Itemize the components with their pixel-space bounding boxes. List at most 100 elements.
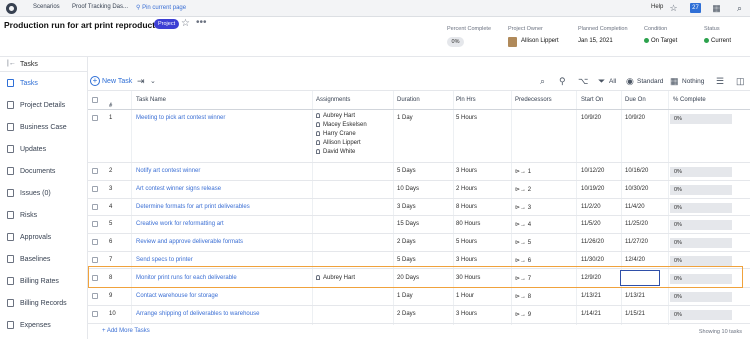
notification-badge[interactable]: 27: [690, 3, 701, 13]
start-on-cell[interactable]: 1/13/21: [581, 293, 601, 299]
planned-hours-cell[interactable]: 8 Hours: [456, 204, 477, 210]
column-header-assignments[interactable]: Assignments: [316, 97, 350, 103]
sidebar-item-business-case[interactable]: Business Case: [0, 119, 88, 137]
row-checkbox[interactable]: [92, 186, 98, 192]
row-checkbox[interactable]: [92, 221, 98, 227]
column-header-due-on[interactable]: Due On: [625, 97, 646, 103]
table-row[interactable]: 1 Meeting to pick art contest winner Aubre…: [88, 110, 750, 163]
predecessor-cell[interactable]: ⊳→ 9: [515, 311, 531, 318]
pin-current-page-link[interactable]: ⚲ Pin current page: [136, 4, 186, 11]
start-on-cell[interactable]: 11/26/20: [581, 239, 604, 245]
sidebar-item-tasks[interactable]: Tasks: [0, 75, 88, 93]
start-on-cell[interactable]: 11/30/20: [581, 257, 604, 263]
task-name-link[interactable]: Creative work for reformatting art: [136, 221, 224, 227]
percent-complete-cell[interactable]: 0%: [670, 114, 732, 124]
column-header-task-name[interactable]: Task Name: [136, 97, 166, 103]
apps-grid-icon[interactable]: ▦: [711, 3, 722, 14]
column-header-planned-hours[interactable]: Pln Hrs: [456, 97, 476, 103]
sidebar-item-issues[interactable]: Issues (0): [0, 185, 88, 203]
predecessor-cell[interactable]: ⊳→ 5: [515, 239, 531, 246]
due-on-cell[interactable]: 11/27/20: [625, 239, 648, 245]
table-row[interactable]: 9 Contact warehouse for storage 1 Day 1 Hou…: [88, 288, 750, 306]
duration-cell[interactable]: 10 Days: [397, 186, 419, 192]
due-on-edit-cell[interactable]: [620, 270, 660, 286]
assignments-list[interactable]: Aubrey Hart Macey Eskelsen Harry Crane Alli…: [316, 112, 367, 157]
favorite-star-icon[interactable]: ☆: [181, 18, 190, 29]
filter-icon[interactable]: ⏷: [598, 76, 605, 87]
duration-cell[interactable]: 2 Days: [397, 239, 416, 245]
predecessor-cell[interactable]: ⊳→ 6: [515, 257, 531, 264]
task-name-link[interactable]: Notify art contest winner: [136, 168, 200, 174]
percent-complete-cell[interactable]: 0%: [670, 203, 732, 213]
duration-cell[interactable]: 5 Days: [397, 168, 416, 174]
due-on-cell[interactable]: 12/4/20: [625, 257, 645, 263]
planned-hours-cell[interactable]: 3 Hours: [456, 168, 477, 174]
predecessor-cell[interactable]: ⊳→ 3: [515, 204, 531, 211]
percent-complete-cell[interactable]: 0%: [670, 167, 732, 177]
start-on-cell[interactable]: 1/14/21: [581, 311, 601, 317]
percent-complete-cell[interactable]: 0%: [670, 256, 732, 266]
start-on-cell[interactable]: 11/5/20: [581, 221, 601, 227]
grouping-icon[interactable]: ▦: [670, 76, 679, 87]
planned-hours-cell[interactable]: 1 Hour: [456, 293, 474, 299]
start-on-cell[interactable]: 10/19/20: [581, 186, 604, 192]
column-header-predecessors[interactable]: Predecessors: [515, 97, 552, 103]
sidebar-collapse-row[interactable]: |← Tasks: [0, 57, 88, 72]
column-header-duration[interactable]: Duration: [397, 97, 420, 103]
planned-hours-cell[interactable]: 5 Hours: [456, 239, 477, 245]
percent-complete-cell[interactable]: 0%: [670, 238, 732, 248]
row-checkbox[interactable]: [92, 204, 98, 210]
column-header-percent-complete[interactable]: % Complete: [673, 97, 706, 103]
planned-hours-cell[interactable]: 80 Hours: [456, 221, 480, 227]
predecessor-cell[interactable]: ⊳→ 1: [515, 168, 531, 175]
sidebar-item-baselines[interactable]: Baselines: [0, 251, 88, 269]
due-on-cell[interactable]: 1/15/21: [625, 311, 645, 317]
table-row[interactable]: 10 Arrange shipping of deliverables to wa…: [88, 306, 750, 324]
sidebar-item-billing-records[interactable]: Billing Records: [0, 295, 88, 313]
filter-label[interactable]: All: [609, 78, 616, 85]
tab-scenarios[interactable]: Scenarios: [33, 4, 60, 10]
planned-hours-cell[interactable]: 3 Hours: [456, 257, 477, 263]
predecessor-cell[interactable]: ⊳→ 2: [515, 186, 531, 193]
table-row[interactable]: 6 Review and approve deliverable formats 2…: [88, 234, 750, 252]
hierarchy-icon[interactable]: ⌥: [578, 76, 588, 87]
sidebar-item-project-details[interactable]: Project Details: [0, 97, 88, 115]
sidebar-item-documents[interactable]: Documents: [0, 163, 88, 181]
sidebar-item-risks[interactable]: Risks: [0, 207, 88, 225]
grouping-label[interactable]: Nothing: [682, 78, 704, 85]
table-row[interactable]: 5 Creative work for reformatting art 15 Da…: [88, 216, 750, 234]
status-value[interactable]: Current: [704, 38, 731, 44]
column-header-start-on[interactable]: Start On: [581, 97, 603, 103]
duration-cell[interactable]: 1 Day: [397, 293, 413, 299]
percent-complete-cell[interactable]: 0%: [670, 310, 732, 320]
chevron-down-icon[interactable]: ⌄: [150, 77, 156, 85]
task-name-link[interactable]: Art contest winner signs release: [136, 186, 221, 192]
table-row[interactable]: 3 Art contest winner signs release 10 Days…: [88, 181, 750, 199]
task-name-link[interactable]: Determine formats for art print delivera…: [136, 204, 250, 210]
row-checkbox[interactable]: [92, 257, 98, 263]
planned-completion-value[interactable]: Jan 15, 2021: [578, 38, 613, 44]
sidebar-item-billing-rates[interactable]: Billing Rates: [0, 273, 88, 291]
planned-hours-cell[interactable]: 2 Hours: [456, 186, 477, 192]
select-all-checkbox[interactable]: [92, 97, 98, 103]
percent-complete-cell[interactable]: 0%: [670, 185, 732, 195]
indent-icon[interactable]: ⇥: [137, 76, 145, 87]
predecessor-cell[interactable]: ⊳→ 8: [515, 293, 531, 300]
sidebar-item-updates[interactable]: Updates: [0, 141, 88, 159]
planned-hours-cell[interactable]: 5 Hours: [456, 115, 477, 121]
sidebar-item-approvals[interactable]: Approvals: [0, 229, 88, 247]
duration-cell[interactable]: 2 Days: [397, 311, 416, 317]
help-link[interactable]: Help: [651, 4, 663, 10]
add-more-tasks-link[interactable]: + Add More Tasks: [102, 328, 150, 334]
view-eye-icon[interactable]: ◉: [626, 76, 634, 87]
list-view-icon[interactable]: ☰: [716, 76, 724, 87]
more-options-icon[interactable]: •••: [196, 17, 207, 28]
table-row[interactable]: 2 Notify art contest winner 5 Days 3 Hours ⊳…: [88, 163, 750, 181]
duration-cell[interactable]: 15 Days: [397, 221, 419, 227]
row-checkbox[interactable]: [92, 168, 98, 174]
project-owner-value[interactable]: Allison Lippert: [521, 38, 559, 44]
new-task-button[interactable]: + New Task: [90, 76, 132, 86]
task-name-link[interactable]: Meeting to pick art contest winner: [136, 115, 225, 121]
row-checkbox[interactable]: [92, 239, 98, 245]
percent-complete-cell[interactable]: 0%: [670, 292, 732, 302]
